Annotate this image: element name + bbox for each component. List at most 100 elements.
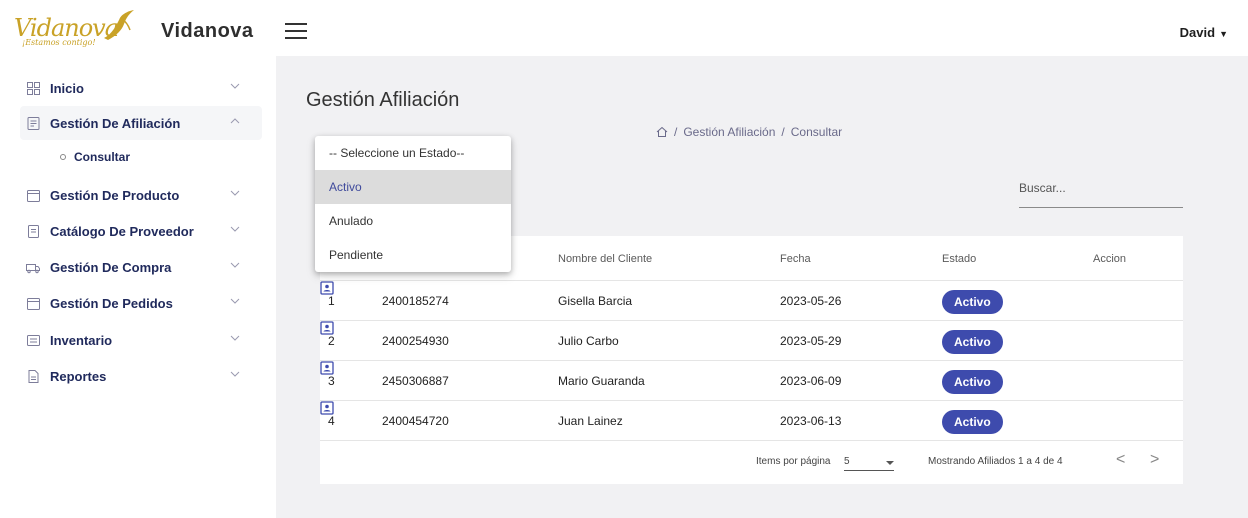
column-header-estado[interactable]: Estado [942, 253, 976, 265]
sidebar-item-label: Catálogo De Proveedor [50, 223, 194, 239]
sidebar-item-label: Reportes [50, 368, 107, 384]
breadcrumb: / Gestión Afiliación / Consultar [656, 125, 842, 139]
row-id: 2450306887 [382, 374, 449, 388]
row-id: 2400254930 [382, 334, 449, 348]
paginator: Items por página 5 Mostrando Afiliados 1… [320, 441, 1183, 484]
bullet-icon [60, 154, 66, 160]
row-number: 3 [328, 374, 335, 388]
row-number: 1 [328, 294, 335, 308]
caret-down-icon [886, 461, 894, 465]
table-row: 4 2400454720 Juan Lainez 2023-06-13 Acti… [320, 401, 1183, 441]
menu-toggle-icon[interactable] [285, 23, 307, 41]
breadcrumb-separator: / [781, 125, 785, 139]
sidebar-item-gestion-compra[interactable]: Gestión De Compra [20, 250, 262, 284]
breadcrumb-separator: / [674, 125, 678, 139]
chevron-down-icon [230, 262, 240, 268]
sidebar-item-label: Gestión De Pedidos [50, 295, 173, 311]
sidebar-subitem-consultar[interactable]: Consultar [60, 150, 130, 164]
hummingbird-icon [104, 10, 134, 40]
row-client-name: Juan Lainez [558, 414, 623, 428]
truck-icon [26, 260, 40, 274]
estado-dropdown-panel: -- Seleccione un Estado-- Activo Anulado… [315, 136, 511, 272]
items-per-page-label: Items por página [756, 456, 831, 467]
previous-page-button[interactable]: < [1116, 451, 1125, 469]
vidanova-logo[interactable]: Vidanova ¡Estamos contigo! [14, 8, 134, 48]
sidebar-item-inventario[interactable]: Inventario [20, 323, 262, 357]
dropdown-option-placeholder[interactable]: -- Seleccione un Estado-- [315, 136, 511, 170]
sidebar-item-catalogo-proveedor[interactable]: Catálogo De Proveedor [20, 214, 262, 248]
row-number: 4 [328, 414, 335, 428]
next-page-button[interactable]: > [1150, 451, 1159, 469]
row-date: 2023-05-29 [780, 334, 842, 348]
dropdown-option-anulado[interactable]: Anulado [315, 204, 511, 238]
caret-down-icon: ▼ [1219, 29, 1228, 39]
table-row: 1 2400185274 Gisella Barcia 2023-05-26 A… [320, 281, 1183, 321]
list-icon [26, 333, 40, 347]
main-content: Gestión Afiliación / Gestión Afiliación … [276, 56, 1248, 518]
user-name: David [1179, 25, 1216, 40]
range-label: Mostrando Afiliados 1 a 4 de 4 [928, 456, 1063, 467]
sidebar-item-label: Inventario [50, 332, 113, 348]
brand-name: Vidanova [161, 20, 254, 42]
contact-card-icon[interactable] [320, 281, 334, 295]
search-field[interactable] [1019, 174, 1183, 208]
home-icon[interactable] [656, 126, 668, 138]
sidebar-item-label: Gestión De Producto [50, 187, 180, 203]
chevron-down-icon [230, 226, 240, 232]
chevron-down-icon [230, 371, 240, 377]
chevron-down-icon [230, 335, 240, 341]
contact-card-icon[interactable] [320, 321, 334, 335]
table-row: 2 2400254930 Julio Carbo 2023-05-29 Acti… [320, 321, 1183, 361]
sidebar-item-label: Gestión De Compra [50, 259, 172, 275]
row-id: 2400185274 [382, 294, 449, 308]
file-icon [26, 369, 40, 383]
column-header-nombre[interactable]: Nombre del Cliente [558, 253, 652, 265]
dropdown-option-activo[interactable]: Activo [315, 170, 511, 204]
breadcrumb-page: Consultar [790, 125, 843, 139]
user-menu[interactable]: David ▼ [1180, 25, 1228, 40]
contact-card-icon[interactable] [320, 401, 334, 415]
column-header-accion: Accion [1093, 253, 1127, 265]
row-date: 2023-05-26 [780, 294, 842, 308]
table-row: 3 2450306887 Mario Guaranda 2023-06-09 A… [320, 361, 1183, 401]
status-badge[interactable]: Activo [942, 410, 1003, 434]
afiliados-table: Nombre del Cliente Fecha Estado Accion 1… [320, 236, 1183, 484]
dropdown-option-pendiente[interactable]: Pendiente [315, 238, 511, 272]
sidebar-item-label: Inicio [50, 80, 84, 96]
top-bar: Vidanova ¡Estamos contigo! Vidanova Davi… [0, 0, 1248, 56]
calendar-icon [26, 296, 40, 310]
calendar-icon [26, 188, 40, 202]
logo-tagline: ¡Estamos contigo! [22, 38, 96, 47]
contact-card-icon[interactable] [320, 361, 334, 375]
sidebar-item-gestion-afiliacion[interactable]: Gestión De Afiliación [20, 106, 262, 140]
row-id: 2400454720 [382, 414, 449, 428]
chevron-down-icon [230, 190, 240, 196]
row-client-name: Mario Guaranda [558, 374, 645, 388]
row-date: 2023-06-09 [780, 374, 842, 388]
chevron-down-icon [230, 298, 240, 304]
form-icon [26, 116, 40, 130]
chevron-up-icon [230, 118, 240, 124]
sidebar-item-label: Gestión De Afiliación [50, 115, 181, 131]
column-header-fecha[interactable]: Fecha [780, 253, 811, 265]
row-client-name: Julio Carbo [558, 334, 619, 348]
sidebar-item-gestion-producto[interactable]: Gestión De Producto [20, 178, 262, 212]
status-badge[interactable]: Activo [942, 330, 1003, 354]
document-icon [26, 224, 40, 238]
page-size-select[interactable]: 5 [844, 453, 894, 471]
sidebar-item-inicio[interactable]: Inicio [20, 71, 262, 105]
sidebar-subitem-label: Consultar [74, 150, 131, 164]
page-size-value: 5 [844, 456, 850, 467]
sidebar-item-reportes[interactable]: Reportes [20, 359, 262, 393]
page-title: Gestión Afiliación [306, 89, 460, 111]
breadcrumb-section[interactable]: Gestión Afiliación [683, 125, 775, 139]
status-badge[interactable]: Activo [942, 290, 1003, 314]
row-client-name: Gisella Barcia [558, 294, 633, 308]
search-input[interactable] [1019, 174, 1183, 202]
row-number: 2 [328, 334, 335, 348]
status-badge[interactable]: Activo [942, 370, 1003, 394]
chevron-down-icon [230, 83, 240, 89]
sidebar-item-gestion-pedidos[interactable]: Gestión De Pedidos [20, 286, 262, 320]
grid-icon [26, 81, 40, 95]
sidebar: Inicio Gestión De Afiliación Consultar G… [0, 56, 276, 518]
